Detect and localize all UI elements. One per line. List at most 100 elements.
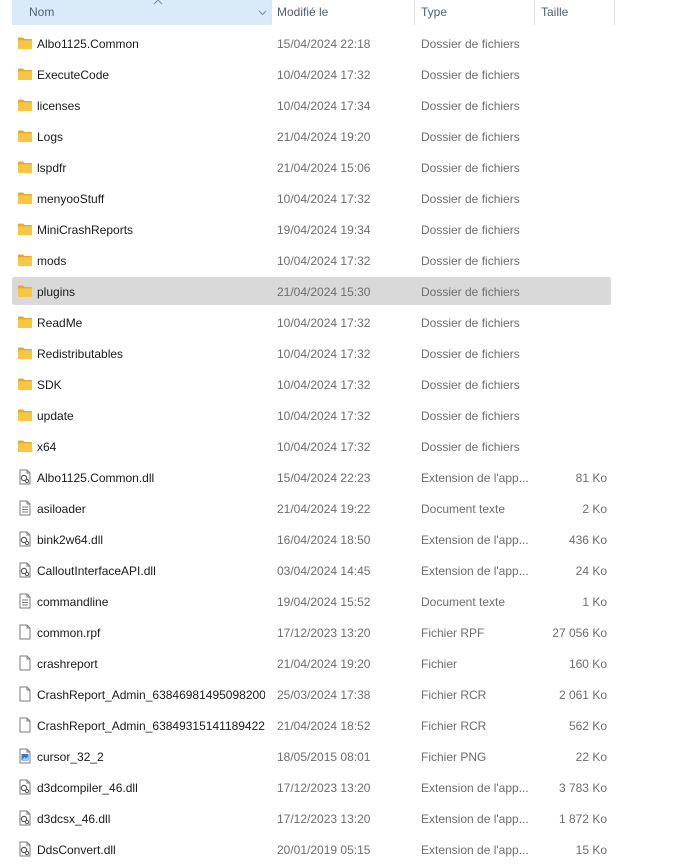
item-modified-date: 25/03/2024 17:38	[277, 688, 371, 702]
item-modified-date: 10/04/2024 17:32	[277, 440, 371, 454]
item-size: 3 783 Ko	[558, 781, 607, 795]
item-type: Fichier RPF	[421, 626, 485, 640]
column-header-type[interactable]: Type	[414, 0, 534, 25]
item-modified-date: 21/04/2024 15:06	[277, 161, 371, 175]
file-row[interactable]: CalloutInterfaceAPI.dll 03/04/2024 14:45 E…	[0, 556, 680, 587]
folder-row[interactable]: Redistributables 10/04/2024 17:32 Dossier …	[0, 339, 680, 370]
item-size	[534, 122, 607, 150]
dll-file-icon	[17, 469, 33, 485]
item-size: 160 Ko	[568, 657, 607, 671]
folder-row[interactable]: SDK 10/04/2024 17:32 Dossier de fichiers	[0, 370, 680, 401]
item-type: Extension de l'app...	[421, 843, 529, 857]
folder-row[interactable]: update 10/04/2024 17:32 Dossier de fichier…	[0, 401, 680, 432]
folder-icon	[17, 407, 33, 423]
item-modified-date: 21/04/2024 19:22	[277, 502, 371, 516]
item-name: common.rpf	[37, 626, 101, 640]
file-row[interactable]: DdsConvert.dll 20/01/2019 05:15 Extension …	[0, 835, 680, 866]
folder-row[interactable]: mods 10/04/2024 17:32 Dossier de fichiers	[0, 246, 680, 277]
file-row[interactable]: d3dcsx_46.dll 17/12/2023 13:20 Extension d…	[0, 804, 680, 835]
item-name: d3dcompiler_46.dll	[37, 781, 138, 795]
column-header-name[interactable]: Nom	[12, 0, 271, 25]
item-type: Fichier	[421, 657, 458, 671]
item-modified-date: 21/04/2024 19:20	[277, 657, 371, 671]
item-size: 2 061 Ko	[558, 688, 607, 702]
item-name: cursor_32_2	[37, 750, 104, 764]
folder-row[interactable]: plugins 21/04/2024 15:30 Dossier de fichie…	[0, 277, 680, 308]
item-name: plugins	[37, 285, 76, 299]
file-row[interactable]: common.rpf 17/12/2023 13:20 Fichier RPF 27 …	[0, 618, 680, 649]
folder-icon	[17, 283, 33, 299]
item-name: DdsConvert.dll	[37, 843, 116, 857]
item-modified-date: 18/05/2015 08:01	[277, 750, 371, 764]
item-name: menyooStuff	[37, 192, 105, 206]
item-name: x64	[37, 440, 57, 454]
column-header-size[interactable]: Taille	[534, 0, 614, 25]
file-row[interactable]: CrashReport_Admin_63849315141189422... 21…	[0, 711, 680, 742]
folder-row[interactable]: lspdfr 21/04/2024 15:06 Dossier de fichier…	[0, 153, 680, 184]
column-divider[interactable]	[614, 0, 615, 25]
chevron-down-icon[interactable]	[258, 8, 267, 17]
item-type: Extension de l'app...	[421, 812, 529, 826]
item-size: 15 Ko	[575, 843, 607, 857]
file-row[interactable]: d3dcompiler_46.dll 17/12/2023 13:20 Extens…	[0, 773, 680, 804]
folder-icon	[17, 345, 33, 361]
item-size	[534, 339, 607, 367]
folder-row[interactable]: Albo1125.Common 15/04/2024 22:18 Dossier d…	[0, 29, 680, 60]
sort-ascending-icon	[153, 0, 163, 5]
item-name: crashreport	[37, 657, 98, 671]
item-name: Albo1125.Common	[37, 37, 139, 51]
folder-row[interactable]: MiniCrashReports 19/04/2024 19:34 Dossier …	[0, 215, 680, 246]
item-type: Extension de l'app...	[421, 781, 529, 795]
item-size: 1 872 Ko	[558, 812, 607, 826]
item-modified-date: 10/04/2024 17:32	[277, 347, 371, 361]
item-modified-date: 15/04/2024 22:18	[277, 37, 371, 51]
item-modified-date: 10/04/2024 17:34	[277, 99, 371, 113]
item-type: Fichier RCR	[421, 688, 487, 702]
item-type: Dossier de fichiers	[421, 161, 520, 175]
item-size	[534, 153, 607, 181]
column-header-modified[interactable]: Modifié le	[271, 0, 414, 25]
file-row[interactable]: Albo1125.Common.dll 15/04/2024 22:23 Exten…	[0, 463, 680, 494]
item-modified-date: 10/04/2024 17:32	[277, 254, 371, 268]
file-row[interactable]: crashreport 21/04/2024 19:20 Fichier 160 Ko	[0, 649, 680, 680]
item-size	[534, 215, 607, 243]
folder-row[interactable]: licenses 10/04/2024 17:34 Dossier de fichi…	[0, 91, 680, 122]
item-size	[534, 91, 607, 119]
item-name: ReadMe	[37, 316, 83, 330]
item-modified-date: 17/12/2023 13:20	[277, 781, 371, 795]
item-name: MiniCrashReports	[37, 223, 134, 237]
column-header-modified-label: Modifié le	[277, 5, 329, 19]
item-modified-date: 15/04/2024 22:23	[277, 471, 371, 485]
item-name: mods	[37, 254, 67, 268]
item-name: ExecuteCode	[37, 68, 110, 82]
dll-file-icon	[17, 810, 33, 826]
folder-icon	[17, 438, 33, 454]
file-row[interactable]: bink2w64.dll 16/04/2024 18:50 Extension de…	[0, 525, 680, 556]
folder-icon	[17, 314, 33, 330]
folder-row[interactable]: Logs 21/04/2024 19:20 Dossier de fichiers	[0, 122, 680, 153]
item-type: Document texte	[421, 502, 506, 516]
file-row[interactable]: CrashReport_Admin_63846981495098200... 25…	[0, 680, 680, 711]
item-type: Dossier de fichiers	[421, 130, 520, 144]
file-row[interactable]: cursor_32_2 18/05/2015 08:01 Fichier PNG 22…	[0, 742, 680, 773]
item-modified-date: 16/04/2024 18:50	[277, 533, 371, 547]
item-type: Dossier de fichiers	[421, 378, 520, 392]
item-modified-date: 03/04/2024 14:45	[277, 564, 371, 578]
file-row[interactable]: commandline 19/04/2024 15:52 Document text…	[0, 587, 680, 618]
item-name: Logs	[37, 130, 64, 144]
file-row[interactable]: asiloader 21/04/2024 19:22 Document texte 2…	[0, 494, 680, 525]
folder-row[interactable]: menyooStuff 10/04/2024 17:32 Dossier de fi…	[0, 184, 680, 215]
item-name: CrashReport_Admin_63849315141189422...	[37, 719, 265, 733]
item-modified-date: 10/04/2024 17:32	[277, 316, 371, 330]
item-modified-date: 10/04/2024 17:32	[277, 409, 371, 423]
folder-row[interactable]: ReadMe 10/04/2024 17:32 Dossier de fichier…	[0, 308, 680, 339]
item-size	[534, 401, 607, 429]
item-size	[534, 60, 607, 88]
folder-row[interactable]: ExecuteCode 10/04/2024 17:32 Dossier de fi…	[0, 60, 680, 91]
item-type: Fichier RCR	[421, 719, 487, 733]
item-modified-date: 21/04/2024 19:20	[277, 130, 371, 144]
item-type: Fichier PNG	[421, 750, 487, 764]
item-type: Dossier de fichiers	[421, 223, 520, 237]
folder-row[interactable]: x64 10/04/2024 17:32 Dossier de fichiers	[0, 432, 680, 463]
item-name: SDK	[37, 378, 62, 392]
